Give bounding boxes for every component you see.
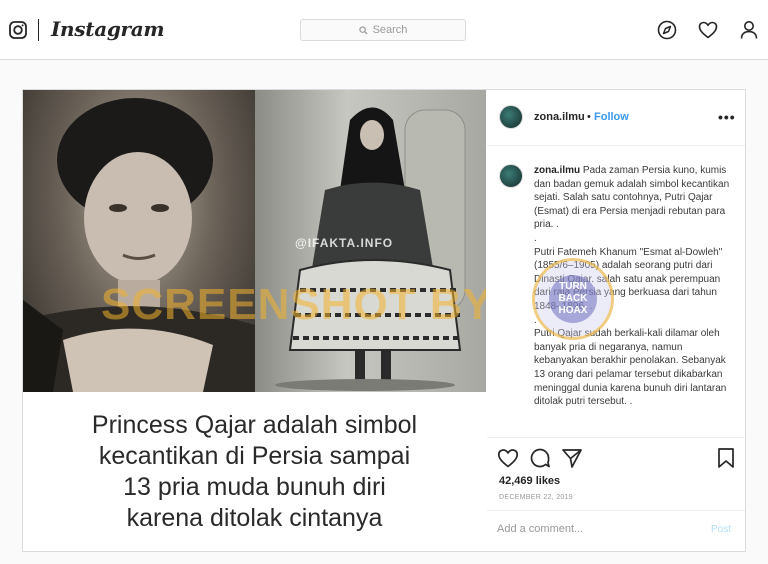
add-comment-bar: Post [487, 510, 745, 551]
caption-username[interactable]: zona.ilmu [534, 165, 580, 176]
like-count[interactable]: 42,469 likes [499, 475, 560, 487]
share-plane-icon[interactable] [561, 447, 583, 469]
logo-divider [38, 19, 39, 41]
activity-heart-icon[interactable] [698, 20, 718, 40]
post-comment-button[interactable]: Post [711, 524, 731, 535]
comment-bubble-icon[interactable] [529, 447, 551, 469]
search-placeholder: Search [372, 24, 408, 36]
explore-compass-icon[interactable] [657, 20, 677, 40]
image-caption-line: kecantikan di Persia sampai [98, 441, 411, 470]
instagram-camera-icon[interactable] [9, 21, 27, 39]
image-caption-line: Princess Qajar adalah simbol [91, 410, 418, 439]
caption-avatar[interactable] [499, 164, 523, 188]
caption-spacer: . [534, 232, 537, 244]
save-bookmark-icon[interactable] [715, 447, 737, 469]
search-box[interactable]: Search [300, 19, 466, 41]
turn-back-hoax-stamp: TURN BACK HOAX [532, 258, 614, 340]
caption-paragraph-3: Putri Qajar sudah berkali-kali dilamar o… [534, 328, 727, 408]
comments-area[interactable]: zona.ilmu Pada zaman Persia kuno, kumis … [487, 146, 745, 438]
search-icon [358, 25, 368, 35]
follow-button[interactable]: Follow [594, 111, 629, 123]
stamp-line: BACK [558, 293, 588, 304]
comment-input[interactable] [497, 523, 697, 535]
stamp-line: TURN [559, 281, 587, 292]
post-date[interactable]: DECEMBER 22, 2019 [499, 494, 573, 501]
header-username[interactable]: zona.ilmu [534, 111, 585, 123]
image-caption-line: karena ditolak cintanya [126, 503, 383, 532]
image-caption-line: 13 pria muda bunuh diri [123, 472, 386, 501]
instagram-wordmark[interactable]: Instagram [51, 17, 165, 41]
screenshot-watermark: SCREENSHOT BY [101, 280, 486, 329]
image-caption-text: Princess Qajar adalah simbol kecantikan … [23, 392, 486, 551]
stamp-badge: TURN BACK HOAX [549, 275, 597, 323]
portrait-illustration [23, 98, 255, 392]
post-header: zona.ilmu • Follow ••• [487, 90, 745, 146]
more-options-icon[interactable]: ••• [718, 109, 736, 125]
profile-person-icon[interactable] [739, 20, 759, 40]
top-nav-bar: Instagram Search [0, 0, 768, 60]
avatar[interactable] [499, 105, 523, 129]
portrait-photo-left [23, 90, 255, 392]
stamp-line: HOAX [558, 305, 588, 316]
like-heart-icon[interactable] [497, 447, 519, 469]
image-source-handle: @IFAKTA.INFO [295, 236, 394, 250]
post-image[interactable]: @IFAKTA.INFO Princess Qajar adalah simbo… [23, 90, 486, 551]
post-sidebar: zona.ilmu • Follow ••• zona.ilmu Pada za… [487, 90, 745, 551]
header-separator: • [587, 111, 591, 123]
post-actions [487, 438, 745, 478]
post-card: @IFAKTA.INFO Princess Qajar adalah simbo… [22, 89, 746, 552]
